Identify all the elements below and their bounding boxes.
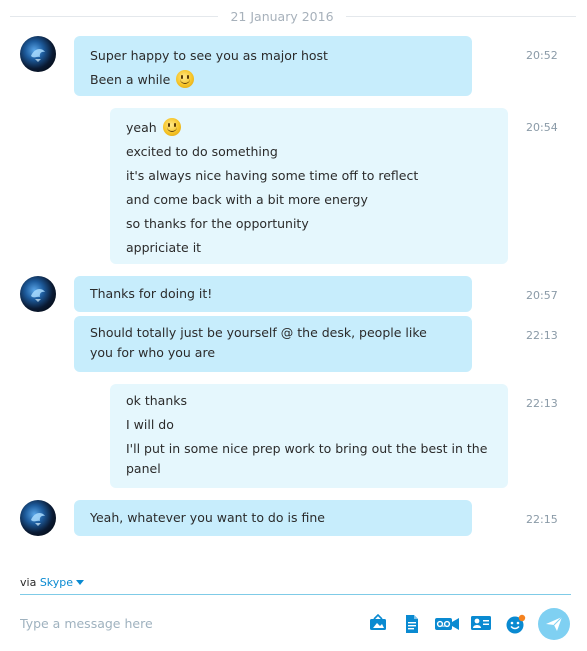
- conversation-pane: 21 January 2016 Super happy to see you a…: [0, 0, 587, 570]
- emoticon-icon[interactable]: [505, 614, 527, 634]
- message-timestamp: 22:13: [526, 397, 558, 410]
- message-line: I'll put in some nice prep work to bring…: [126, 441, 488, 476]
- video-message-icon[interactable]: [434, 614, 460, 634]
- avatar-image-icon: [31, 288, 45, 302]
- smile-emoticon-icon: [162, 118, 181, 136]
- message-line: yeah: [126, 120, 157, 135]
- message-line: appriciate it: [126, 240, 202, 255]
- avatar[interactable]: [20, 500, 56, 536]
- message-timestamp: 22:13: [526, 329, 558, 342]
- message-bubble[interactable]: ok thanks I will do I'll put in some nic…: [110, 384, 508, 488]
- message-line: so thanks for the opportunity: [126, 216, 309, 231]
- message-line: Thanks for doing it!: [90, 286, 213, 301]
- message-timestamp: 20:57: [526, 289, 558, 302]
- message-line: Been a while: [90, 72, 171, 87]
- avatar[interactable]: [20, 276, 56, 312]
- message-bubble[interactable]: Super happy to see you as major host Bee…: [74, 36, 472, 96]
- message-bubble[interactable]: yeah excited to do something it's always…: [110, 108, 508, 264]
- message-line-with-emoticon: Been a while: [90, 68, 456, 92]
- via-service-selector[interactable]: via Skype: [20, 576, 85, 589]
- message-timestamp: 22:15: [526, 513, 558, 526]
- contact-card-icon[interactable]: [470, 614, 492, 634]
- message-bubble[interactable]: Thanks for doing it!: [74, 276, 472, 312]
- message-line: Should totally just be yourself @ the de…: [90, 325, 427, 360]
- message-line: Yeah, whatever you want to do is fine: [90, 510, 325, 525]
- smile-emoticon-icon: [176, 70, 195, 88]
- message-input[interactable]: [20, 612, 350, 634]
- message-bubble[interactable]: Yeah, whatever you want to do is fine: [74, 500, 472, 536]
- service-name: Skype: [39, 576, 74, 589]
- message-timestamp: 20:54: [526, 121, 558, 134]
- avatar-image-icon: [31, 48, 45, 62]
- chevron-down-icon: [76, 580, 85, 585]
- date-label: 21 January 2016: [230, 9, 334, 24]
- date-divider-right: [346, 16, 576, 17]
- message-line-with-emoticon: yeah: [126, 116, 492, 140]
- message-bubble[interactable]: Should totally just be yourself @ the de…: [74, 316, 472, 372]
- send-button[interactable]: [538, 608, 570, 640]
- message-line: and come back with a bit more energy: [126, 192, 368, 207]
- avatar-image-icon: [31, 512, 45, 526]
- via-label: via: [20, 576, 37, 589]
- avatar[interactable]: [20, 36, 56, 72]
- date-separator: 21 January 2016: [0, 6, 576, 26]
- message-line: excited to do something: [126, 144, 278, 159]
- message-line: it's always nice having some time off to…: [126, 168, 419, 183]
- message-line: ok thanks: [126, 393, 188, 408]
- send-icon: [546, 616, 563, 631]
- message-line: I will do: [126, 417, 174, 432]
- file-icon[interactable]: [404, 614, 426, 634]
- message-line: Super happy to see you as major host: [90, 48, 328, 63]
- date-divider-left: [10, 16, 218, 17]
- media-share-icon[interactable]: [368, 613, 390, 634]
- message-timestamp: 20:52: [526, 49, 558, 62]
- composer-divider: [20, 594, 571, 595]
